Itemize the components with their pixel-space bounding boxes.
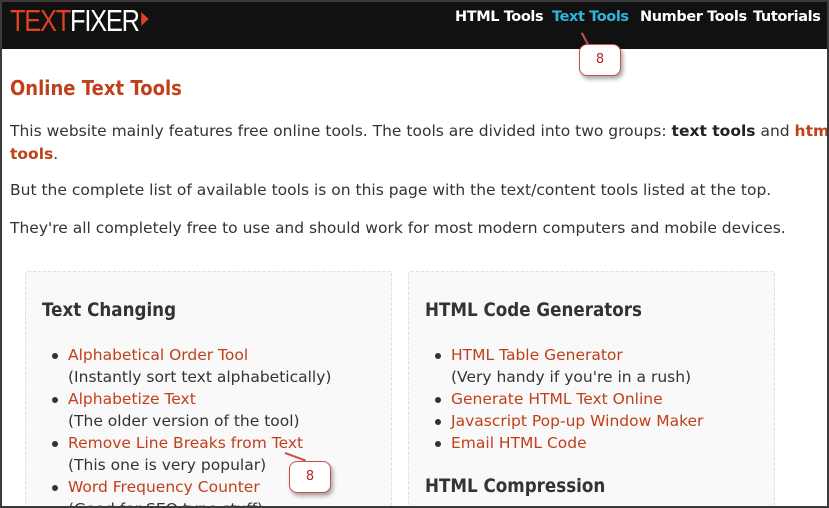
list-paragraph: But the complete list of available tools… bbox=[10, 181, 772, 199]
list-item: HTML Table Generator (Very handy if you'… bbox=[435, 344, 703, 388]
tool-step-callout: 8 bbox=[289, 461, 331, 493]
logo-text-part2: FIXER bbox=[70, 3, 140, 38]
html-tools-link-cont[interactable]: tools bbox=[10, 145, 53, 163]
list-item: Alphabetical Order Tool (Instantly sort … bbox=[52, 344, 331, 388]
alphabetize-text-link[interactable]: Alphabetize Text bbox=[68, 388, 331, 410]
tool-description: (The older version of the tool) bbox=[68, 412, 300, 430]
nav-tutorials[interactable]: Tutorials bbox=[753, 9, 821, 25]
logo-text-part1: TEXT bbox=[10, 3, 71, 38]
tool-description: (Instantly sort text alphabetically) bbox=[68, 368, 332, 386]
html-generators-title: HTML Code Generators bbox=[425, 299, 642, 321]
intro-and: and bbox=[755, 122, 795, 140]
browser-frame: TEXTFIXER HTML Tools Text Tools Number T… bbox=[0, 0, 829, 508]
alphabetical-order-tool-link[interactable]: Alphabetical Order Tool bbox=[68, 344, 331, 366]
page-title: Online Text Tools bbox=[10, 76, 182, 100]
intro-paragraph: This website mainly features free online… bbox=[10, 120, 827, 166]
nav-html-tools[interactable]: HTML Tools bbox=[455, 9, 544, 25]
email-html-code-link[interactable]: Email HTML Code bbox=[451, 432, 703, 454]
intro-text: This website mainly features free online… bbox=[10, 122, 672, 140]
popup-window-maker-link[interactable]: Javascript Pop-up Window Maker bbox=[451, 410, 703, 432]
tool-description: (Good for SEO type stuff) bbox=[68, 498, 331, 506]
html-generators-panel: HTML Code Generators HTML Table Generato… bbox=[408, 271, 775, 506]
text-changing-title: Text Changing bbox=[42, 299, 177, 321]
list-item: Email HTML Code bbox=[435, 432, 703, 454]
html-tools-link[interactable]: html bbox=[795, 122, 827, 140]
html-compression-title: HTML Compression bbox=[425, 475, 606, 497]
html-generators-list: HTML Table Generator (Very handy if you'… bbox=[435, 344, 703, 454]
free-paragraph: They're all completely free to use and s… bbox=[10, 219, 786, 237]
logo-arrow-icon bbox=[141, 12, 149, 26]
remove-line-breaks-link[interactable]: Remove Line Breaks from Text bbox=[68, 432, 331, 454]
nav-text-tools[interactable]: Text Tools bbox=[552, 9, 629, 25]
text-changing-panel: Text Changing Alphabetical Order Tool (I… bbox=[25, 271, 392, 506]
list-item: Javascript Pop-up Window Maker bbox=[435, 410, 703, 432]
textfixer-logo[interactable]: TEXTFIXER bbox=[10, 5, 149, 36]
list-item: Alphabetize Text (The older version of t… bbox=[52, 388, 331, 432]
nav-step-callout: 8 bbox=[579, 44, 621, 76]
list-item: Generate HTML Text Online bbox=[435, 388, 703, 410]
text-tools-bold: text tools bbox=[671, 122, 756, 140]
nav-number-tools[interactable]: Number Tools bbox=[640, 9, 747, 25]
tool-description: (Very handy if you're in a rush) bbox=[451, 368, 692, 386]
intro-period: . bbox=[53, 145, 59, 163]
generate-html-text-link[interactable]: Generate HTML Text Online bbox=[451, 388, 703, 410]
top-navbar: TEXTFIXER HTML Tools Text Tools Number T… bbox=[2, 2, 827, 49]
html-table-generator-link[interactable]: HTML Table Generator bbox=[451, 344, 703, 366]
